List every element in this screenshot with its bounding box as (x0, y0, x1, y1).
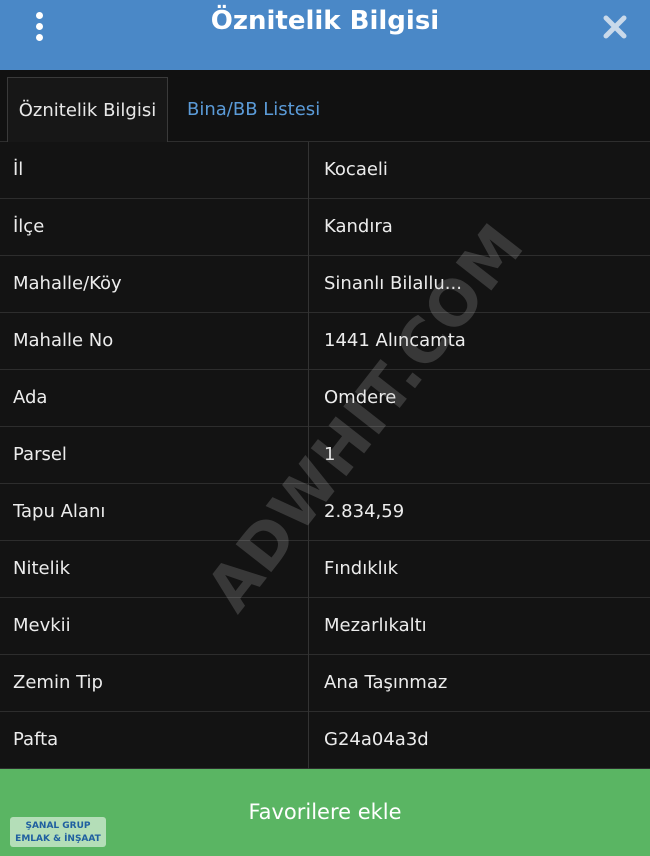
tab-attribute-info[interactable]: Öznitelik Bilgisi (7, 77, 168, 142)
header-bar: Öznitelik Bilgisi (0, 0, 650, 70)
table-row: Parsel 1 (0, 427, 650, 484)
tab-bar: Öznitelik Bilgisi Bina/BB Listesi (0, 70, 650, 142)
row-label: Ada (13, 387, 48, 408)
row-label: Mevkii (13, 615, 71, 636)
company-logo: ŞANAL GRUP EMLAK & İNŞAAT (10, 817, 106, 847)
row-value: Kandıra (324, 216, 393, 237)
table-row: Mahalle No 1441 Alıncamta (0, 313, 650, 370)
table-row: Mevkii Mezarlıkaltı (0, 598, 650, 655)
row-label: İl (13, 159, 24, 180)
table-row: İl Kocaeli (0, 142, 650, 199)
row-value: Ana Taşınmaz (324, 672, 448, 693)
row-value: 1 (324, 444, 336, 465)
logo-line-2: EMLAK & İNŞAAT (15, 834, 101, 844)
row-value: Fındıklık (324, 558, 399, 579)
row-label: Zemin Tip (13, 672, 103, 693)
row-value: 2.834,59 (324, 501, 405, 522)
tab-building-list[interactable]: Bina/BB Listesi (187, 77, 320, 142)
row-label: Tapu Alanı (13, 501, 106, 522)
row-value: Omdere (324, 387, 397, 408)
table-row: Mahalle/Köy Sinanlı Bilallu... (0, 256, 650, 313)
logo-line-1: ŞANAL GRUP (25, 821, 91, 831)
table-row: Nitelik Fındıklık (0, 541, 650, 598)
table-row: Zemin Tip Ana Taşınmaz (0, 655, 650, 712)
row-label: Pafta (13, 729, 59, 750)
row-value: Kocaeli (324, 159, 388, 180)
row-label: Nitelik (13, 558, 71, 579)
table-row: Tapu Alanı 2.834,59 (0, 484, 650, 541)
table-row: Pafta G24a04a3d (0, 712, 650, 769)
row-value: 1441 Alıncamta (324, 330, 466, 351)
row-label: İlçe (13, 216, 45, 237)
row-label: Mahalle/Köy (13, 273, 122, 294)
page-title: Öznitelik Bilgisi (210, 6, 440, 36)
row-value: G24a04a3d (324, 729, 429, 750)
table-row: Ada Omdere (0, 370, 650, 427)
row-label: Mahalle No (13, 330, 114, 351)
table-row: İlçe Kandıra (0, 199, 650, 256)
row-value: Mezarlıkaltı (324, 615, 427, 636)
close-icon[interactable] (602, 14, 628, 40)
row-value: Sinanlı Bilallu... (324, 273, 462, 294)
row-label: Parsel (13, 444, 67, 465)
column-divider (308, 142, 309, 769)
attribute-table: İl Kocaeli İlçe Kandıra Mahalle/Köy Sina… (0, 142, 650, 769)
